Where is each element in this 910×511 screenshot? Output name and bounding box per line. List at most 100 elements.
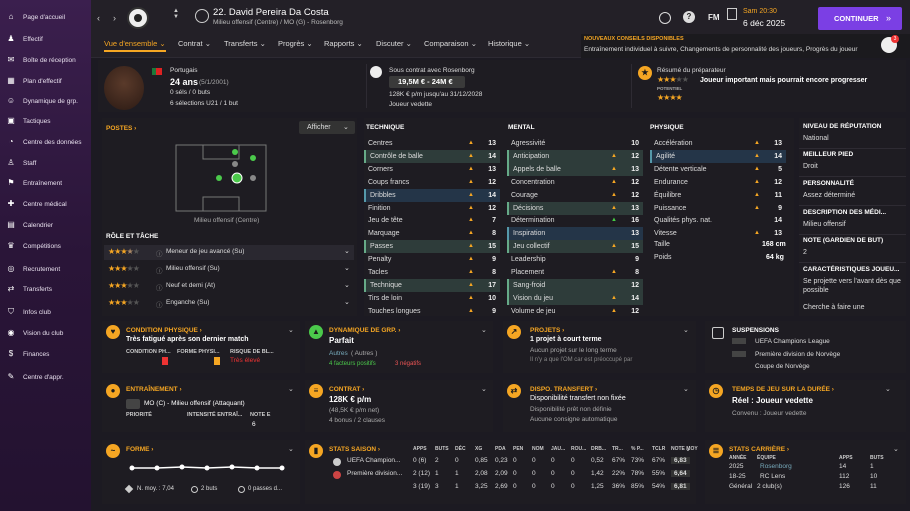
attribute-row[interactable]: Courage 12 (507, 189, 643, 202)
transfer-title[interactable]: DISPO. TRANSFERT › (530, 386, 597, 393)
calendar-icon[interactable] (727, 8, 737, 20)
help-icon[interactable]: ? (683, 11, 695, 23)
form-point[interactable] (229, 464, 235, 470)
attribute-row[interactable]: Vitesse 13 (650, 227, 786, 240)
chevron-down-icon[interactable]: ⌄ (685, 445, 691, 453)
chevron-down-icon[interactable]: ⌄ (893, 445, 899, 453)
tab-1[interactable]: Contrat ⌄ (178, 39, 211, 48)
attribute-row[interactable]: Détermination 16 (507, 214, 643, 227)
attribute-row[interactable]: Dribbles 14 (364, 188, 500, 202)
role-row[interactable]: ★★★★★ ⓘ Milieu offensif (Su) ⌄ (104, 262, 354, 277)
career-stats-title[interactable]: STATS CARRIÈRE › (729, 446, 789, 453)
sidebar-item-9[interactable]: ✚ Centre médical (6, 197, 90, 211)
attribute-row[interactable]: Sang-froid 12 (507, 278, 643, 292)
attribute-row[interactable]: Marquage 8 (364, 227, 500, 240)
attribute-row[interactable]: Agilité 14 (650, 149, 786, 163)
attribute-row[interactable]: Détente verticale 5 (650, 163, 786, 176)
attribute-row[interactable]: Leadership 9 (507, 253, 643, 266)
continue-button[interactable]: CONTINUER » (818, 7, 902, 30)
attribute-row[interactable]: Centres 13 (364, 137, 500, 150)
attribute-row[interactable]: Corners 13 (364, 163, 500, 176)
positions-title[interactable]: POSTES › (106, 125, 136, 132)
form-point[interactable] (279, 465, 285, 471)
dynamics-group[interactable]: Autres (329, 350, 348, 357)
sidebar-item-6[interactable]: ◔ Centre des données (6, 135, 90, 149)
chevron-down-icon[interactable]: ⌄ (683, 385, 689, 393)
sidebar-item-2[interactable]: ✉ Boîte de réception (6, 53, 90, 67)
attribute-row[interactable]: Concentration 12 (507, 176, 643, 189)
season-stats-title[interactable]: STATS SAISON › (329, 446, 380, 453)
sidebar-item-11[interactable]: ♛ Compétitions (6, 239, 90, 253)
attribute-row[interactable]: Tacles 8 (364, 266, 500, 279)
tab-6[interactable]: Comparaison ⌄ (424, 39, 477, 48)
form-point[interactable] (129, 465, 135, 471)
attribute-row[interactable]: Passes 15 (364, 240, 500, 254)
attribute-row[interactable]: Équilibre 11 (650, 189, 786, 202)
tab-7[interactable]: Historique ⌄ (488, 39, 530, 48)
sidebar-item-1[interactable]: ♟ Effectif (6, 32, 90, 46)
tab-5[interactable]: Discuter ⌄ (376, 39, 412, 48)
training-title[interactable]: ENTRAÎNEMENT › (126, 386, 182, 393)
sidebar-item-14[interactable]: ⛉ Infos club (6, 305, 90, 319)
sidebar-item-4[interactable]: ☺ Dynamique de grp. (6, 94, 90, 108)
form-card[interactable]: ~ FORME › N. moy. : 7,04 2 buts 0 passes… (102, 440, 300, 504)
show-dropdown[interactable]: Afficher ⌄ (299, 121, 355, 134)
role-row[interactable]: ★★★★★ ⓘ Enganche (Su) ⌄ (104, 296, 354, 311)
tab-2[interactable]: Transferts ⌄ (224, 39, 266, 48)
sidebar-item-0[interactable]: ⌂ Page d'accueil (6, 10, 90, 24)
attribute-row[interactable]: Volume de jeu 12 (507, 305, 643, 318)
sidebar-item-15[interactable]: ◉ Vision du club (6, 326, 90, 340)
sidebar-item-17[interactable]: ✎ Centre d'appr. (6, 370, 90, 384)
playing-time-card[interactable]: ◷ TEMPS DE JEU SUR LA DURÉE › Réel : Jou… (705, 380, 906, 432)
condition-title[interactable]: CONDITION PHYSIQUE › (126, 327, 202, 334)
condition-card[interactable]: ♥ CONDITION PHYSIQUE › Très fatigué aprè… (102, 321, 300, 373)
sidebar-item-16[interactable]: $ Finances (6, 347, 90, 361)
attribute-row[interactable]: Agressivité 10 (507, 137, 643, 150)
form-point[interactable] (254, 465, 260, 471)
attribute-row[interactable]: Penalty 9 (364, 253, 500, 266)
dynamics-card[interactable]: ▲ DYNAMIQUE DE GRP. › Parfait Autres ( A… (305, 321, 493, 373)
attribute-row[interactable]: Accélération 13 (650, 137, 786, 150)
fm-logo[interactable]: FM (708, 13, 720, 22)
projects-title[interactable]: PROJETS › (530, 327, 564, 334)
attribute-row[interactable]: Placement 8 (507, 266, 643, 279)
form-point[interactable] (179, 464, 185, 470)
form-point[interactable] (154, 465, 160, 471)
projects-card[interactable]: ↗ PROJETS › 1 projet à court terme Aucun… (503, 321, 696, 373)
suspensions-card[interactable]: SUSPENSIONS UEFA Champions League Premiè… (705, 321, 906, 373)
attribute-row[interactable]: Inspiration 13 (507, 227, 643, 241)
sidebar-item-7[interactable]: ♙ Staff (6, 156, 90, 170)
chevron-down-icon[interactable]: ⌄ (288, 385, 294, 393)
chevron-updown-icon[interactable]: ▲ ▼ (173, 8, 179, 20)
contract-card[interactable]: ≡ CONTRAT › 128K € p/m (48,5K € p/m net)… (305, 380, 493, 432)
career-team[interactable]: 2 club(s) (757, 483, 782, 490)
news-panel[interactable]: NOUVEAUX CONSEILS DISPONIBLES Entraîneme… (581, 34, 910, 58)
attribute-row[interactable]: Tirs de loin 10 (364, 292, 500, 305)
attribute-row[interactable]: Touches longues 9 (364, 305, 500, 318)
chevron-down-icon[interactable]: ⌄ (481, 385, 487, 393)
chevron-down-icon[interactable]: ⌄ (288, 326, 294, 334)
form-point[interactable] (204, 465, 210, 471)
role-row[interactable]: ★★★★★ ⓘ Neuf et demi (At) ⌄ (104, 279, 354, 294)
chevron-down-icon[interactable]: ⌄ (885, 385, 891, 393)
career-team[interactable]: Rosenborg (760, 463, 792, 470)
transfer-card[interactable]: ⇄ DISPO. TRANSFERT › Disponibilité trans… (503, 380, 696, 432)
attribute-row[interactable]: Technique 17 (364, 278, 500, 292)
sidebar-item-5[interactable]: ▣ Tactiques (6, 114, 90, 128)
chevron-down-icon[interactable]: ⌄ (288, 445, 294, 453)
career-team[interactable]: RC Lens (760, 473, 785, 480)
training-card[interactable]: ● ENTRAÎNEMENT › MO (C) - Milieu offensi… (102, 380, 300, 432)
attribute-row[interactable]: Jeu de tête 7 (364, 214, 500, 227)
sidebar-item-10[interactable]: ▤ Calendrier (6, 218, 90, 232)
sidebar-item-13[interactable]: ⇄ Transferts (6, 282, 90, 296)
career-stats-card[interactable]: ≣ STATS CARRIÈRE › ANNÉE ÉQUIPE APPS BUTS 20… (705, 440, 906, 504)
attribute-row[interactable]: Appels de balle 13 (507, 162, 643, 176)
search-icon[interactable] (195, 9, 209, 23)
value-pill[interactable]: 19,5M € - 24M € (389, 76, 465, 88)
attribute-row[interactable]: Endurance 12 (650, 176, 786, 189)
sidebar-item-8[interactable]: ⚑ Entraînement (6, 176, 90, 190)
attribute-row[interactable]: Coups francs 12 (364, 176, 500, 189)
attribute-row[interactable]: Qualités phys. nat. 14 (650, 214, 786, 227)
attribute-row[interactable]: Finition 12 (364, 202, 500, 215)
dynamics-title[interactable]: DYNAMIQUE DE GRP. › (329, 327, 400, 334)
